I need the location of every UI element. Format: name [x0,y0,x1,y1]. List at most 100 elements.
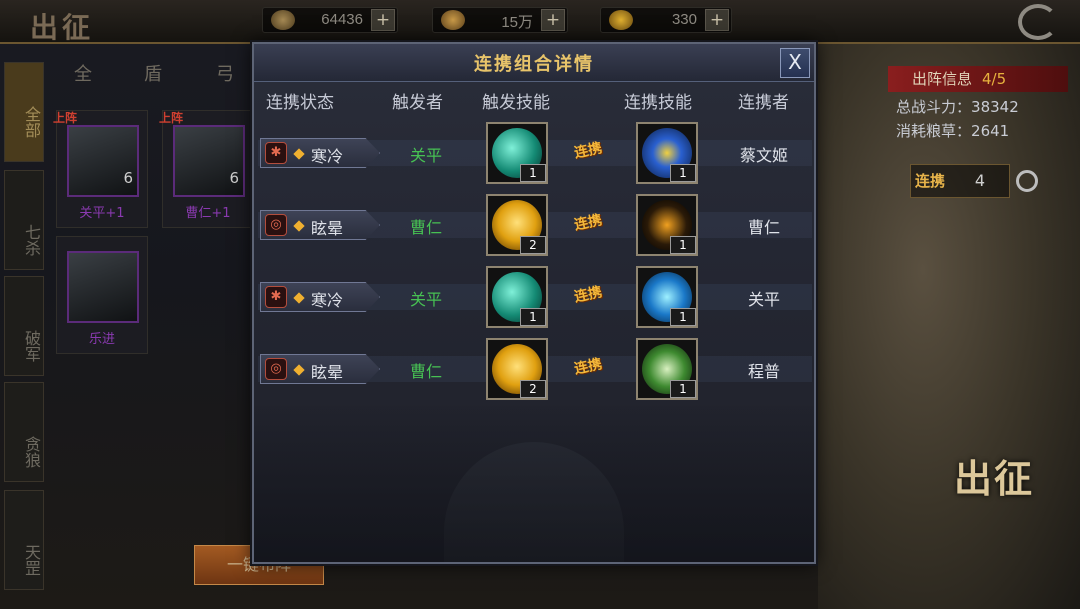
combo-row: ◎ 眩晕 曹仁 2 连携 1 程普 [258,338,812,402]
combo-skill-slot[interactable]: 1 [636,266,698,328]
link-label: 连携 [572,140,604,162]
status-pill: ◎ 眩晕 [260,210,380,240]
skill-level: 1 [520,164,546,182]
combo-skill-slot[interactable]: 1 [636,122,698,184]
combo-skill-slot[interactable]: 1 [636,194,698,256]
trigger-skill-slot[interactable]: 1 [486,266,548,328]
deployed-badge: 上阵 [53,111,78,125]
march-label: 出征 [954,456,1035,501]
add-grain-button[interactable]: + [371,9,395,31]
ingot-value: 330 [671,11,697,28]
hero-portrait [67,251,139,323]
status-effect-icon: ◎ [265,214,287,236]
skill-level: 2 [520,236,546,254]
skill-level: 2 [520,380,546,398]
status-text: 寒冷 [311,147,344,166]
tab-shield[interactable]: 盾 [144,60,162,86]
combo-details-dialog: 连携组合详情 X 连携状态 触发者 触发技能 连携技能 连携者 ✱ 寒冷 关平 … [252,42,816,564]
nav-item-tanlang[interactable]: 贪狼 [4,382,44,482]
combo-skill-slot[interactable]: 1 [636,338,698,400]
hero-count: 6 [123,169,133,187]
hero-card[interactable]: 乐进 [56,236,148,354]
coin-value: 15万 [501,14,533,31]
partner-name: 关平 [747,290,780,309]
dialog-backdrop-art [254,402,814,562]
status-effect-icon: ✱ [265,286,287,308]
deploy-info-panel: 出阵信息 4/5 总战斗力：38342 消耗粮草：2641 [888,56,1068,146]
trigger-skill-slot[interactable]: 2 [486,338,548,400]
link-icon: 连携 [572,352,608,386]
left-nav: 全部 七杀 破军 贪狼 天罡 [0,58,46,609]
skill-level: 1 [670,236,696,254]
link-icon: 连携 [572,280,608,314]
partner-name: 蔡文姬 [739,146,788,165]
hero-card[interactable]: 上阵 6 曹仁+1 [159,110,254,228]
tab-bow[interactable]: 弓 [216,60,234,86]
deployed-badge: 上阵 [159,111,184,125]
power-line: 总战斗力：38342 [896,98,1019,116]
tab-all[interactable]: 全 [74,60,92,86]
combo-row: ✱ 寒冷 关平 1 连携 1 蔡文姬 [258,122,812,186]
link-label: 连携 [572,284,604,306]
skill-level: 1 [520,308,546,326]
add-coin-button[interactable]: + [541,9,565,31]
status-text: 眩晕 [311,219,344,238]
diamond-icon [293,220,305,232]
hero-count: 6 [229,169,239,187]
status-text: 寒冷 [311,291,344,310]
header-partner: 连携者 [738,93,789,113]
deploy-info-title: 出阵信息 [912,70,973,88]
diamond-icon [293,148,305,160]
resource-coin: 15万 + [432,7,568,33]
nav-item-tiangang[interactable]: 天罡 [4,490,44,590]
status-pill: ✱ 寒冷 [260,138,380,168]
power-label: 总战斗力 [896,98,957,116]
page-title: 出征 [30,11,95,44]
status-effect-icon: ◎ [265,358,287,380]
grain-line: 消耗粮草：2641 [896,122,1010,140]
hero-card[interactable]: 上阵 6 关平+1 [53,110,148,228]
hero-name: 曹仁+1 [185,206,231,221]
trigger-name: 曹仁 [409,218,442,237]
nav-item-pojun[interactable]: 破军 [4,276,44,376]
dialog-title: 连携组合详情 [474,54,594,75]
grain-value: 64436 [321,11,363,28]
trigger-name: 关平 [409,290,442,309]
ingot-icon [609,10,633,30]
link-icon: 连携 [572,136,608,170]
trigger-skill-slot[interactable]: 1 [486,122,548,184]
top-bar: 出征 64436 + 15万 + 330 + [0,0,1080,44]
header-combo-skill: 连携技能 [624,93,692,113]
combo-row: ✱ 寒冷 关平 1 连携 1 关平 [258,266,812,330]
search-icon[interactable] [1016,170,1038,192]
header-trigger: 触发者 [392,93,443,113]
hero-name: 关平+1 [79,206,125,221]
skill-level: 1 [670,380,696,398]
status-text: 眩晕 [311,363,344,382]
nav-item-qisha[interactable]: 七杀 [4,170,44,270]
march-button[interactable]: 出征 [946,434,1056,520]
back-icon[interactable] [1018,4,1058,40]
link-label: 连携 [572,356,604,378]
hero-name: 乐进 [88,332,115,347]
close-button[interactable]: X [780,48,810,78]
diamond-icon [293,364,305,376]
status-effect-icon: ✱ [265,142,287,164]
trigger-name: 曹仁 [409,362,442,381]
nav-item-all[interactable]: 全部 [4,62,44,162]
status-pill: ◎ 眩晕 [260,354,380,384]
grain-cost-value: 2641 [971,122,1010,140]
partner-name: 曹仁 [747,218,780,237]
coin-icon [441,10,465,30]
header-status: 连携状态 [266,93,334,113]
header-trigger-skill: 触发技能 [482,93,550,113]
city-gate-art [444,442,624,562]
status-pill: ✱ 寒冷 [260,282,380,312]
trigger-name: 关平 [409,146,442,165]
add-ingot-button[interactable]: + [705,9,729,31]
combo-counter-button[interactable]: 连携 4 [910,164,1010,198]
dialog-titlebar: 连携组合详情 X [254,44,814,82]
trigger-skill-slot[interactable]: 2 [486,194,548,256]
category-tabs: 全 盾 弓 [52,52,252,96]
resource-grain: 64436 + [262,7,398,33]
